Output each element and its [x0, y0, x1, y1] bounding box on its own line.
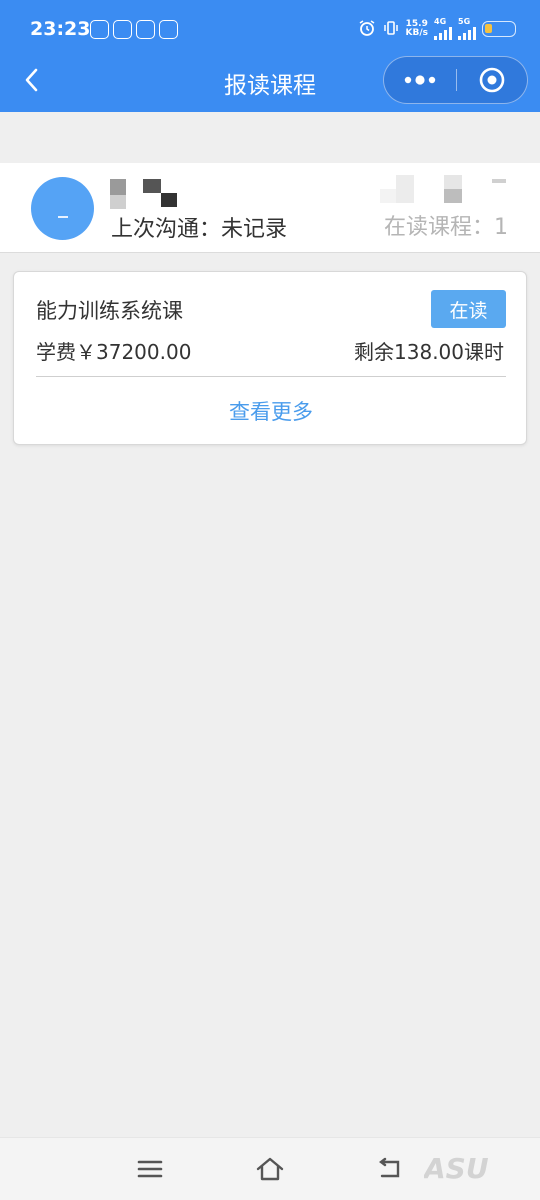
tuition-fee: 学费￥37200.00 [36, 340, 192, 364]
back-button[interactable] [16, 62, 46, 98]
alarm-icon [358, 19, 376, 40]
signal-bars-icon [434, 26, 452, 40]
status-time: 23:23 [30, 18, 91, 40]
more-button[interactable] [384, 57, 456, 102]
status-badge: 在读 [431, 290, 506, 328]
return-icon [379, 1157, 400, 1178]
card-divider [36, 376, 506, 377]
header-bar: 23:23 15.9 KB/s 4G 5G 报读课程 [0, 0, 540, 112]
network-speed: 15.9 KB/s [405, 19, 428, 38]
return-button[interactable] [370, 1152, 410, 1186]
signal-bars-icon [458, 26, 476, 40]
last-contact-text: 上次沟通：未记录 [111, 217, 288, 242]
miniprogram-capsule [383, 56, 528, 104]
home-icon [256, 1157, 284, 1181]
course-name: 能力训练系统课 [36, 299, 183, 323]
status-bar: 23:23 15.9 KB/s 4G 5G [0, 0, 540, 52]
signal-4g: 4G [434, 18, 452, 40]
close-miniprogram-button[interactable] [457, 57, 527, 102]
app-notification-icon [113, 20, 132, 39]
remaining-hours: 剩余138.00课时 [354, 340, 504, 364]
menu-icon [137, 1160, 163, 1178]
battery-icon [482, 21, 516, 37]
course-card[interactable]: 能力训练系统课 在读 学费￥37200.00 剩余138.00课时 查看更多 [13, 271, 527, 445]
home-button[interactable] [250, 1152, 290, 1186]
game-app-icon [159, 20, 178, 39]
student-info[interactable]: 上次沟通：未记录 在读课程：1 [0, 163, 540, 253]
signal-5g: 5G [458, 18, 476, 40]
info-redacted [380, 175, 510, 205]
system-nav-bar: ASU [0, 1137, 540, 1200]
more-dots-icon [404, 74, 436, 85]
status-indicators: 15.9 KB/s 4G 5G [358, 18, 516, 40]
menu-button[interactable] [130, 1152, 170, 1186]
notification-icons [90, 20, 178, 39]
view-more-link[interactable]: 查看更多 [14, 396, 528, 426]
wechat-icon [90, 20, 109, 39]
student-name-redacted [110, 179, 180, 209]
avatar [31, 177, 94, 240]
reading-courses-count: 在读课程：1 [384, 215, 508, 240]
vibrate-icon [382, 19, 400, 40]
target-icon [479, 67, 505, 92]
svg-text:ASU: ASU [424, 1152, 489, 1185]
watermark-logo: ASU [422, 1150, 514, 1193]
news-app-icon [136, 20, 155, 39]
chevron-left-icon [25, 68, 38, 92]
